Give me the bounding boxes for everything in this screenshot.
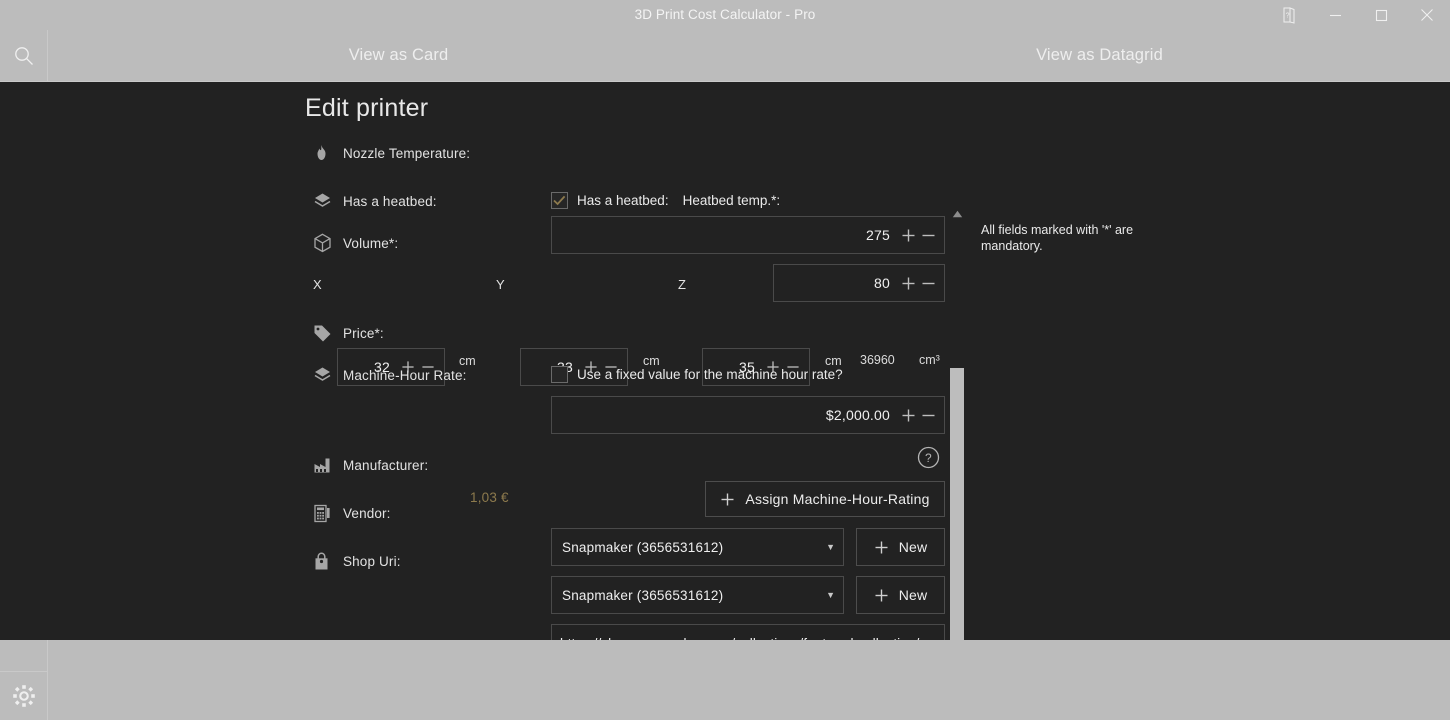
- axis-y: Y: [496, 277, 505, 292]
- bottom-bar: [0, 640, 1450, 720]
- label-vendor: Vendor:: [343, 505, 391, 521]
- volume-x-axis-label: X: [313, 277, 322, 292]
- manufacturer-new-label: New: [898, 539, 928, 555]
- heatbed-increment-button[interactable]: [898, 271, 918, 295]
- maximize-button[interactable]: [1358, 0, 1404, 30]
- vendor-new-button[interactable]: New: [856, 576, 945, 614]
- tabs: View as Card View as Datagrid: [48, 30, 1450, 82]
- scrollbar-thumb[interactable]: [950, 368, 964, 640]
- volume-total-unit-wrap: cm³: [919, 353, 940, 367]
- row-manufacturer: Manufacturer:: [313, 452, 428, 478]
- page-title: Edit printer: [305, 94, 429, 122]
- manufacturer-select[interactable]: Snapmaker (3656531612) ▼: [551, 528, 844, 566]
- label-has-heatbed: Has a heatbed:: [343, 193, 437, 209]
- book-help-icon[interactable]: ?: [1266, 0, 1312, 30]
- layers-icon: [313, 188, 343, 214]
- row-has-heatbed: Has a heatbed:: [313, 188, 437, 214]
- tab-view-as-datagrid[interactable]: View as Datagrid: [749, 30, 1450, 81]
- minimize-button[interactable]: [1312, 0, 1358, 30]
- label-nozzle-temperature: Nozzle Temperature:: [343, 145, 471, 161]
- assign-button-label: Assign Machine-Hour-Rating: [745, 491, 930, 507]
- mandatory-note: All fields marked with '*' are mandatory…: [981, 223, 1134, 253]
- tag-icon: [313, 320, 343, 346]
- fixed-rate-checkbox[interactable]: [551, 366, 568, 383]
- tab-view-as-card[interactable]: View as Card: [48, 30, 749, 81]
- price-value: $2,000.00: [825, 407, 890, 423]
- volume-total-unit: cm³: [919, 353, 940, 367]
- label-price: Price*:: [343, 325, 384, 341]
- window-title: 3D Print Cost Calculator - Pro: [634, 7, 816, 22]
- calculator-icon: [313, 500, 343, 526]
- row-price: Price*:: [313, 320, 384, 346]
- plus-icon: [874, 588, 889, 603]
- factory-icon: [313, 452, 343, 478]
- price-stepper: [898, 403, 938, 427]
- label-volume: Volume*:: [343, 235, 399, 251]
- vendor-select[interactable]: Snapmaker (3656531612) ▼: [551, 576, 844, 614]
- label-shop-uri: Shop Uri:: [343, 553, 401, 569]
- vendor-value: Snapmaker (3656531612): [562, 587, 724, 603]
- close-button[interactable]: [1404, 0, 1450, 30]
- nozzle-temperature-field[interactable]: 275: [551, 216, 945, 254]
- price-field[interactable]: $2,000.00: [551, 396, 945, 434]
- label-machine-hour-rate: Machine-Hour Rate:: [343, 367, 467, 383]
- layers-icon: [313, 362, 343, 388]
- fixed-rate-checkbox-group[interactable]: Use a fixed value for the machine hour r…: [551, 366, 843, 383]
- fixed-rate-checkbox-label: Use a fixed value for the machine hour r…: [577, 367, 843, 382]
- volume-total: 36960: [860, 353, 895, 367]
- row-machine-hour-rate: Machine-Hour Rate:: [313, 362, 467, 388]
- plus-icon: [874, 540, 889, 555]
- svg-text:?: ?: [925, 451, 932, 465]
- svg-text:?: ?: [1285, 12, 1289, 19]
- heatbed-temp-field[interactable]: 80: [773, 264, 945, 302]
- chevron-down-icon[interactable]: ▼: [826, 542, 835, 552]
- label-heatbed-temp: Heatbed temp.*:: [682, 193, 781, 208]
- nozzle-temperature-stepper: [898, 223, 938, 247]
- heatbed-checkbox[interactable]: [551, 192, 568, 209]
- assign-machine-hour-rating-button[interactable]: Assign Machine-Hour-Rating: [705, 481, 945, 517]
- heatbed-decrement-button[interactable]: [918, 271, 938, 295]
- heatbed-checkbox-label: Has a heatbed:: [577, 193, 669, 208]
- plus-icon: [720, 492, 735, 507]
- shop-uri-input[interactable]: https://shop.snapmaker.com/collections/f…: [551, 624, 945, 640]
- row-nozzle-temperature: Nozzle Temperature:: [313, 140, 470, 166]
- search-icon[interactable]: [0, 30, 48, 82]
- price-decrement-button[interactable]: [918, 403, 938, 427]
- flame-icon: [313, 140, 343, 166]
- volume-z-axis-label: Z: [678, 277, 686, 292]
- window-controls: ?: [1266, 0, 1450, 30]
- price-increment-button[interactable]: [898, 403, 918, 427]
- row-shop-uri: Shop Uri:: [313, 548, 401, 574]
- vendor-new-label: New: [898, 587, 928, 603]
- volume-total-value: 36960: [860, 353, 895, 367]
- label-manufacturer: Manufacturer:: [343, 457, 429, 473]
- edit-printer-panel: Edit printer All fields marked with '*' …: [0, 82, 1450, 640]
- nozzle-increment-button[interactable]: [898, 223, 918, 247]
- nozzle-decrement-button[interactable]: [918, 223, 938, 247]
- row-volume: Volume*:: [313, 230, 398, 256]
- question-circle-icon[interactable]: ?: [917, 446, 940, 469]
- volume-y-axis-label: Y: [496, 277, 505, 292]
- shopping-bag-icon: [313, 548, 343, 574]
- title-bar: 3D Print Cost Calculator - Pro ?: [0, 0, 1450, 30]
- scroll-up-icon[interactable]: [948, 206, 966, 222]
- heatbed-checkbox-group[interactable]: Has a heatbed: Heatbed temp.*:: [551, 192, 780, 209]
- chevron-down-icon[interactable]: ▼: [826, 590, 835, 600]
- manufacturer-value: Snapmaker (3656531612): [562, 539, 724, 555]
- gear-icon[interactable]: [0, 672, 48, 720]
- nozzle-temperature-value: 275: [866, 227, 890, 243]
- bottom-left-column: [0, 640, 48, 720]
- cube-icon: [313, 230, 343, 256]
- axis-z: Z: [678, 277, 686, 292]
- heatbed-temp-stepper: [898, 271, 938, 295]
- machine-hour-rate-value: 1,03 €: [470, 490, 509, 505]
- axis-x: X: [313, 277, 322, 292]
- app-window: 3D Print Cost Calculator - Pro ? View as…: [0, 0, 1450, 720]
- row-vendor: Vendor:: [313, 500, 391, 526]
- heatbed-temp-value: 80: [874, 275, 890, 291]
- manufacturer-new-button[interactable]: New: [856, 528, 945, 566]
- tab-strip: View as Card View as Datagrid: [0, 30, 1450, 82]
- form-scrollbar[interactable]: [948, 206, 966, 640]
